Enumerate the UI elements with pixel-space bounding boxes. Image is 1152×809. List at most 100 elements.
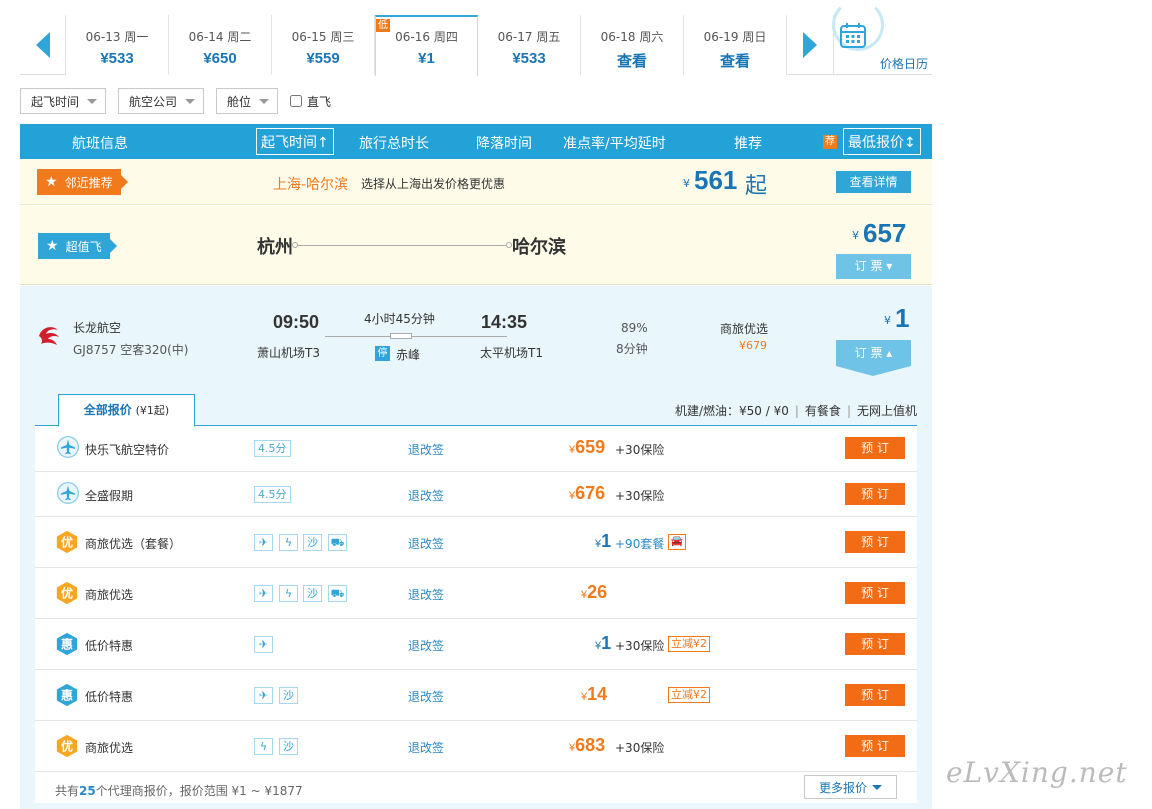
sort-recommend-button[interactable]: 推荐 (734, 133, 762, 153)
summary-prefix: 共有 (55, 784, 80, 798)
date-price: ¥559 (306, 50, 340, 67)
fare-price: 683 (575, 735, 606, 755)
next-dates-button[interactable] (787, 15, 834, 75)
separator: | (846, 404, 851, 418)
svg-text:惠: 惠 (61, 637, 73, 652)
book-fare-button[interactable]: 预 订 (845, 582, 905, 604)
origin-city: 杭州 (257, 237, 293, 258)
date-cell-0616-selected[interactable]: 低 06-16 周四 ¥1 (375, 15, 478, 76)
fare-price: 1 (601, 633, 612, 653)
book-fare-button[interactable]: 预 订 (845, 437, 905, 459)
meal-info: 有餐食 (804, 404, 841, 418)
average-delay: 8分钟 (616, 342, 648, 356)
fare-name: 全盛假期 (85, 489, 134, 503)
sort-ontime-button[interactable]: 准点率/平均延时 (563, 133, 666, 153)
flight-number[interactable]: GJ8757 空客320(中) (73, 341, 188, 358)
direct-flight-checkbox[interactable] (290, 95, 303, 107)
flight-duration: 4小时45分钟 (364, 312, 435, 326)
refund-policy-link[interactable]: 退改签 (408, 441, 444, 458)
sort-depart-time-button[interactable]: 起飞时间↑ (256, 128, 334, 155)
value-fly-label: 超值飞 (65, 239, 102, 254)
invoice-icon: 沙 (303, 585, 322, 602)
airline-filter[interactable]: 航空公司 (118, 88, 205, 114)
lowest-price-badge: 低 (376, 19, 390, 32)
recommended-fare-price: ¥679 (739, 339, 767, 352)
depart-time-filter[interactable]: 起飞时间 (20, 88, 107, 114)
date-cell-0613[interactable]: 06-13 周一 ¥533 (66, 15, 169, 75)
sort-duration-button[interactable]: 旅行总时长 (359, 133, 429, 153)
sort-lowest-price-button[interactable]: 最低报价↕ (843, 128, 921, 155)
prev-dates-button[interactable] (20, 15, 66, 75)
fare-row: 全盛假期 4.5分 退改签 ¥676 +30保险 预 订 (35, 472, 917, 517)
fare-name: 商旅优选（套餐） (85, 537, 182, 551)
calendar-icon (840, 23, 866, 48)
sort-landing-time-button[interactable]: 降落时间 (476, 133, 532, 153)
refund-policy-link[interactable]: 退改签 (408, 586, 444, 603)
currency-symbol: ¥ (884, 314, 891, 327)
calendar-label: 价格日历 (880, 57, 929, 71)
car-icon: 🚘 (668, 534, 686, 550)
view-details-button[interactable]: 查看详情 (836, 171, 911, 193)
date-label: 06-15 (291, 30, 327, 44)
fare-name: 快乐飞航空特价 (85, 443, 170, 457)
fare-row: 惠 低价特惠 ✈ 退改签 ¥1 +30保险 立减¥2 预 订 (35, 619, 917, 670)
price-calendar-button[interactable]: 价格日历 (832, 0, 931, 75)
date-cell-0615[interactable]: 06-15 周三 ¥559 (272, 15, 375, 75)
value-fly-book-button[interactable]: 订 票 ▾ (836, 254, 911, 279)
chevron-down-icon (185, 98, 196, 104)
book-fare-button[interactable]: 预 订 (845, 633, 905, 655)
date-price: ¥650 (203, 50, 237, 67)
date-strip: 06-13 周一 ¥533 06-14 周二 ¥650 06-15 周三 ¥55… (20, 0, 932, 76)
nearby-route[interactable]: 上海-哈尔滨 (273, 174, 348, 194)
separator: | (794, 404, 799, 418)
chevron-down-icon (259, 98, 270, 104)
tab-all-fares[interactable]: 全部报价 (¥1起) (58, 394, 195, 427)
plane-shield-icon (56, 435, 80, 459)
svg-text:优: 优 (61, 535, 73, 550)
nearby-price-suffix: 起 (745, 174, 768, 199)
date-price: ¥1 (418, 50, 435, 67)
destination-city: 哈尔滨 (512, 237, 566, 258)
refund-policy-link[interactable]: 退改签 (408, 487, 444, 504)
fare-row: 优 商旅优选 ✈ ϟ 沙 ⛟ 退改签 ¥26 预 订 (35, 568, 917, 619)
route-dot-start (292, 242, 298, 248)
weekday-label: 周六 (639, 30, 664, 44)
ontime-rate: 89% (621, 321, 648, 335)
refund-policy-link[interactable]: 退改签 (408, 535, 444, 552)
date-cell-0618[interactable]: 06-18 周六 查看 (581, 15, 684, 75)
direct-flight-label: 直飞 (307, 94, 332, 109)
more-fares-button[interactable]: 更多报价 (804, 775, 897, 799)
agent-score: 4.5分 (254, 440, 291, 457)
date-label: 06-17 (497, 30, 533, 44)
refund-policy-link[interactable]: 退改签 (408, 637, 444, 654)
fare-price: 659 (575, 437, 606, 457)
flight-book-button[interactable]: 订 票 ▴ (836, 340, 911, 366)
airline-direct-icon: ✈ (254, 534, 273, 551)
book-fare-button[interactable]: 预 订 (845, 483, 905, 505)
chevron-down-icon (87, 98, 98, 104)
date-cell-0619[interactable]: 06-19 周日 查看 (684, 15, 787, 75)
timeline-bar (390, 333, 412, 339)
book-fare-button[interactable]: 预 订 (845, 684, 905, 706)
date-cell-0614[interactable]: 06-14 周二 ¥650 (169, 15, 272, 75)
agent-score: 4.5分 (254, 486, 291, 503)
refund-policy-link[interactable]: 退改签 (408, 688, 444, 705)
book-fare-button[interactable]: 预 订 (845, 531, 905, 553)
date-price: ¥533 (100, 50, 134, 67)
cabin-filter[interactable]: 舱位 (216, 88, 279, 114)
currency-symbol: ¥ (683, 177, 690, 190)
airline-direct-icon: ✈ (254, 687, 273, 704)
date-price: ¥533 (512, 50, 546, 67)
direct-flight-option[interactable]: 直飞 (290, 93, 331, 110)
fare-name: 低价特惠 (85, 690, 134, 704)
depart-airport: 萧山机场T3 (257, 346, 320, 360)
book-fare-button[interactable]: 预 订 (845, 735, 905, 757)
fast-ticket-icon: ϟ (279, 534, 298, 551)
refund-policy-link[interactable]: 退改签 (408, 739, 444, 756)
fare-row: 优 商旅优选（套餐） ✈ ϟ 沙 ⛟ 退改签 ¥1 +90套餐 🚘 预 订 (35, 517, 917, 568)
star-icon: ★ (46, 238, 59, 254)
airline-direct-icon: ✈ (254, 636, 273, 653)
fare-name: 低价特惠 (85, 639, 134, 653)
date-label: 06-19 (703, 30, 739, 44)
date-cell-0617[interactable]: 06-17 周五 ¥533 (478, 15, 581, 75)
